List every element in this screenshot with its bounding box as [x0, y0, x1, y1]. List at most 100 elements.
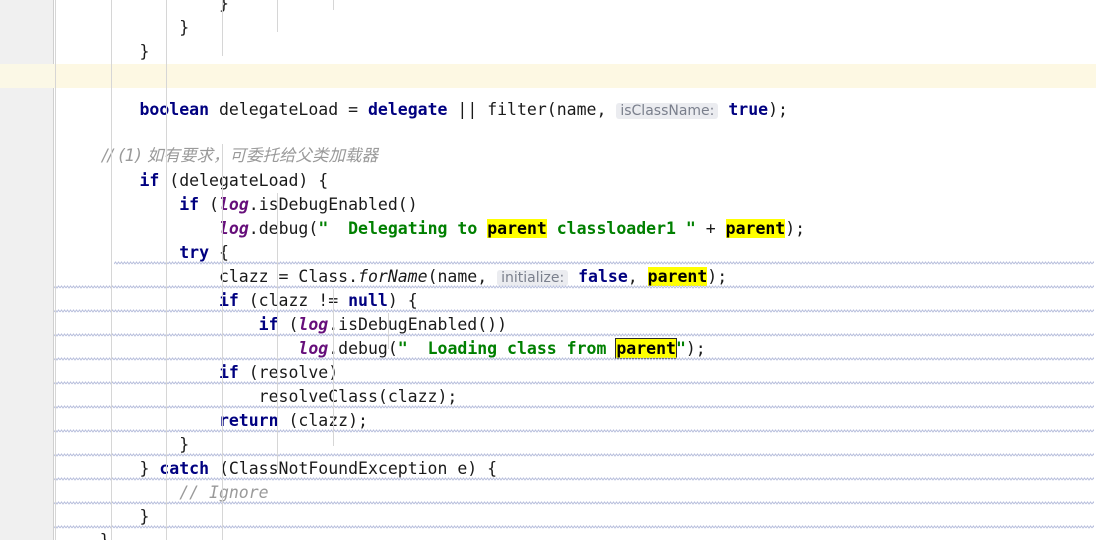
occurrence-highlight: parent — [487, 219, 547, 238]
error-squiggle-underline — [54, 309, 1094, 313]
code-keyword: delegate — [367, 100, 448, 119]
gutter-line-number — [0, 169, 53, 193]
gutter-line-number — [0, 337, 53, 361]
code-token: || filter(name, — [447, 100, 617, 119]
code-keyword: if — [60, 291, 239, 310]
gutter-line-number — [0, 16, 53, 40]
code-editor[interactable]: } } } //参数控制是否可双亲委派 boolean delegateLoad… — [0, 0, 1096, 540]
code-token: clazz = Class. — [60, 267, 359, 286]
code-comment: // Ignore — [60, 483, 269, 502]
error-squiggle-underline — [54, 429, 1094, 433]
code-token: forName — [358, 267, 428, 286]
code-string: " — [675, 339, 686, 358]
code-token: (clazz != — [238, 291, 349, 310]
code-token: } — [60, 0, 229, 13]
occurrence-highlight-current: parent — [615, 338, 677, 359]
code-line[interactable]: log.debug(" Delegating to parent classlo… — [54, 217, 1096, 241]
gutter-line-number — [0, 361, 53, 385]
code-token: (name, — [427, 267, 498, 286]
code-token: resolveClass(clazz); — [60, 387, 458, 406]
code-line[interactable]: } — [54, 529, 1096, 540]
gutter-line-number — [0, 193, 53, 217]
editor-gutter[interactable] — [0, 0, 54, 540]
current-line-highlight — [0, 64, 1096, 88]
gutter-line-number — [0, 457, 53, 481]
occurrence-highlight: parent — [725, 219, 786, 238]
code-field: log — [298, 339, 329, 358]
gutter-line-number — [0, 433, 53, 457]
code-comment: // (1) 如有要求，可委托给父类加载器 — [60, 146, 378, 165]
error-squiggle-underline — [54, 501, 1094, 505]
error-squiggle-underline — [114, 261, 1094, 265]
indent-guide — [277, 0, 278, 32]
code-keyword: if — [60, 363, 239, 382]
code-token: ) { — [387, 291, 418, 310]
indent-guide — [55, 0, 56, 540]
indent-guide — [333, 0, 334, 10]
code-token: delegateLoad = — [209, 100, 368, 119]
indent-guide — [388, 313, 389, 349]
code-token: ); — [768, 100, 788, 119]
code-field: log — [218, 219, 249, 238]
code-line[interactable]: // (1) 如有要求，可委托给父类加载器 — [54, 144, 1096, 168]
code-keyword: if — [60, 171, 160, 190]
code-line[interactable]: if (delegateLoad) { — [54, 169, 1096, 193]
code-token: .isDebugEnabled()) — [328, 315, 508, 334]
code-token: ); — [707, 267, 728, 286]
inlay-parameter-hint: initialize: — [497, 270, 569, 286]
code-keyword: null — [348, 291, 388, 310]
error-squiggle-underline — [54, 453, 1094, 457]
code-token: } — [60, 435, 190, 454]
code-token: .isDebugEnabled() — [248, 195, 418, 214]
code-token: .debug( — [248, 219, 319, 238]
code-line[interactable]: if (log.isDebugEnabled() — [54, 193, 1096, 217]
gutter-line-number — [0, 241, 53, 265]
code-keyword: try — [60, 243, 210, 262]
indent-guide — [111, 0, 112, 540]
gutter-line-number — [0, 529, 53, 540]
code-line[interactable]: } — [54, 16, 1096, 40]
error-squiggle-underline — [54, 477, 1094, 481]
indent-guide — [222, 0, 223, 56]
indent-guide — [333, 289, 334, 446]
gutter-line-number — [0, 144, 53, 168]
code-string: " Delegating to — [318, 219, 488, 238]
code-token: ); — [685, 339, 706, 358]
error-squiggle-underline — [54, 525, 1094, 529]
code-line[interactable]: } — [54, 40, 1096, 64]
gutter-line-number — [0, 409, 53, 433]
gutter-line-number — [0, 313, 53, 337]
code-line[interactable] — [54, 122, 1096, 146]
gutter-line-number — [0, 217, 53, 241]
code-keyword: if — [60, 315, 279, 334]
code-token: } — [60, 507, 150, 526]
error-squiggle-underline — [54, 405, 1094, 409]
code-token: + — [695, 219, 726, 238]
code-string: " Loading class from — [397, 339, 617, 358]
code-token: ( — [199, 195, 219, 214]
code-line[interactable]: } — [54, 0, 1096, 16]
code-token: } — [60, 459, 160, 478]
occurrence-highlight: parent — [647, 267, 708, 286]
gutter-line-number — [0, 122, 53, 146]
code-field: log — [298, 315, 329, 334]
code-token: } — [60, 18, 190, 37]
gutter-line-number — [0, 385, 53, 409]
code-line[interactable]: boolean delegateLoad = delegate || filte… — [54, 98, 1096, 122]
gutter-line-number — [0, 481, 53, 505]
code-token: (resolve) — [238, 363, 339, 382]
gutter-line-number — [0, 265, 53, 289]
gutter-line-number — [0, 98, 53, 122]
code-token: (ClassNotFoundException e) { — [209, 459, 498, 478]
code-keyword: return — [60, 411, 279, 430]
code-token: } — [60, 531, 110, 540]
error-squiggle-underline — [54, 285, 1094, 289]
code-field: log — [218, 195, 249, 214]
code-string: classloader1 " — [546, 219, 696, 238]
code-token: (clazz); — [278, 411, 368, 430]
gutter-line-number — [0, 40, 53, 64]
